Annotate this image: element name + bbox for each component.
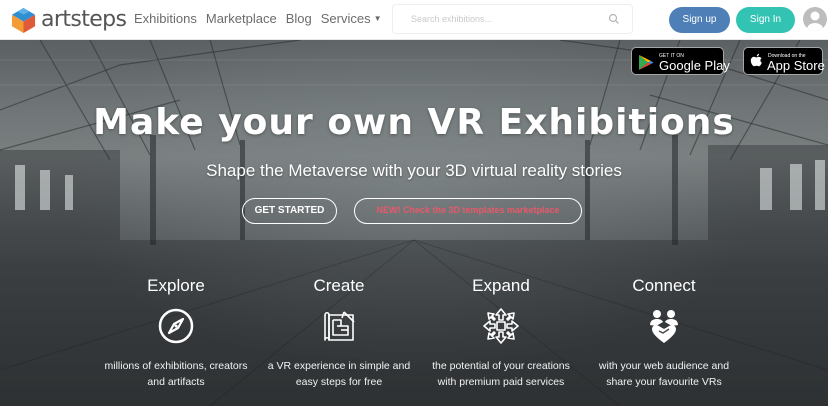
user-icon xyxy=(807,11,823,31)
feature-title: Connect xyxy=(632,276,696,295)
artsteps-logo-icon xyxy=(11,7,36,33)
feature-description-line: a VR experience in simple and xyxy=(267,360,411,372)
blueprint-icon xyxy=(324,311,355,341)
feature-description: the potential of your creations with pre… xyxy=(416,358,586,390)
search-input[interactable] xyxy=(411,5,611,33)
search-box xyxy=(392,4,633,34)
compass-icon xyxy=(158,308,194,344)
apple-icon xyxy=(750,53,762,67)
hero-section: GET IT ON Google Play Download on the Ap… xyxy=(0,40,828,406)
app-store-big-text: App Store xyxy=(767,58,825,73)
feature-expand: Expand the potential of your creations w… xyxy=(416,276,586,390)
feature-description-line: millions of exhibitions, creators xyxy=(104,360,248,372)
logo-text: artsteps xyxy=(41,7,127,32)
feature-description: millions of exhibitions, creators and ar… xyxy=(91,358,261,390)
artsteps-logo[interactable]: artsteps xyxy=(10,6,127,34)
feature-connect: Connect with your web audience and share… xyxy=(579,276,749,390)
feature-create: Create a VR experience in simple and eas… xyxy=(254,276,424,390)
feature-description-line: and artifacts xyxy=(147,376,205,388)
signin-button[interactable]: Sign In xyxy=(736,7,795,33)
hero-subtitle: Shape the Metaverse with your 3D virtual… xyxy=(206,161,622,180)
nav-exhibitions[interactable]: Exhibitions xyxy=(134,11,197,26)
feature-title: Create xyxy=(313,276,365,295)
google-play-big-text: Google Play xyxy=(659,58,730,73)
feature-description-line: share your favourite VRs xyxy=(606,376,722,388)
nav-services-label: Services xyxy=(320,11,371,26)
signup-button[interactable]: Sign up xyxy=(669,7,730,33)
templates-marketplace-button[interactable]: NEW! Check the 3D templates marketplace xyxy=(354,198,582,224)
feature-description: a VR experience in simple and easy steps… xyxy=(254,358,424,390)
feature-explore: Explore millions of exhibitions, creator… xyxy=(91,276,261,390)
feature-description-line: easy steps for free xyxy=(295,376,383,388)
nav-blog[interactable]: Blog xyxy=(286,11,312,26)
top-navbar: artsteps Exhibitions Marketplace Blog Se… xyxy=(0,0,828,40)
hero-title: Make your own VR Exhibitions xyxy=(93,102,735,143)
app-store-badge[interactable]: Download on the App Store xyxy=(743,47,825,75)
google-play-badge[interactable]: GET IT ON Google Play xyxy=(631,47,730,75)
search-icon[interactable] xyxy=(608,13,620,25)
feature-description: with your web audience and share your fa… xyxy=(579,358,749,390)
feature-description-line: with premium paid services xyxy=(437,376,565,388)
nav-marketplace[interactable]: Marketplace xyxy=(206,11,277,26)
expand-arrows-icon xyxy=(483,308,519,344)
nav-services-dropdown[interactable]: Services ▼ xyxy=(321,11,382,26)
get-started-button[interactable]: GET STARTED xyxy=(242,198,337,224)
feature-description-line: the potential of your creations xyxy=(432,360,570,372)
main-nav: Exhibitions Marketplace Blog Services ▼ xyxy=(134,11,391,26)
chevron-down-icon: ▼ xyxy=(373,14,382,23)
people-heart-icon xyxy=(650,310,678,343)
feature-title: Explore xyxy=(147,276,205,295)
feature-description-line: with your web audience and xyxy=(598,360,730,372)
user-avatar[interactable] xyxy=(803,7,827,31)
google-play-icon xyxy=(639,55,654,70)
feature-title: Expand xyxy=(472,276,530,295)
